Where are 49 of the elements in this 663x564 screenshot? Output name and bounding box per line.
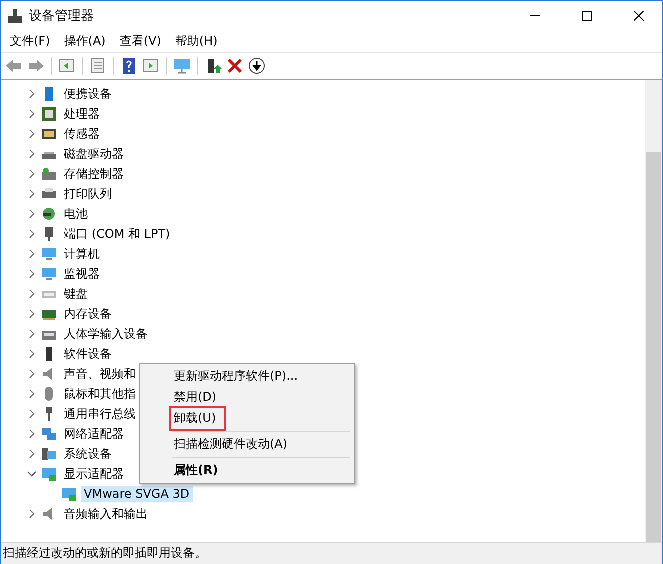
help-icon[interactable] xyxy=(120,57,138,75)
forward-arrow-icon[interactable] xyxy=(27,57,45,75)
context-menu-item[interactable]: 属性(R) xyxy=(169,458,228,483)
menu-item[interactable]: 操作(A) xyxy=(57,32,113,50)
tree-item[interactable]: 计算机 xyxy=(61,244,103,264)
delete-icon[interactable] xyxy=(226,57,244,75)
tree-item[interactable]: 内存设备 xyxy=(61,304,115,324)
tree-item[interactable]: 人体学输入设备 xyxy=(61,324,151,344)
tree-item[interactable]: 便携设备 xyxy=(61,84,115,104)
tree-item[interactable]: 软件设备 xyxy=(61,344,115,364)
menu-item[interactable]: 帮助(H) xyxy=(168,32,225,50)
context-menu-item[interactable]: 扫描检测硬件改动(A) xyxy=(169,432,298,457)
scrollbar[interactable] xyxy=(645,80,662,542)
tree-item[interactable]: 存储控制器 xyxy=(61,164,127,184)
tree-item[interactable]: 监视器 xyxy=(61,264,103,284)
tree-item[interactable]: 磁盘驱动器 xyxy=(61,144,127,164)
tree-item[interactable]: 音频输入和输出 xyxy=(61,504,151,524)
expanded-chevron-icon[interactable] xyxy=(27,469,37,479)
tree-item[interactable]: 网络适配器 xyxy=(61,424,127,444)
back-arrow-icon[interactable] xyxy=(5,57,23,75)
tree-item[interactable]: 传感器 xyxy=(61,124,103,144)
tree-item[interactable]: 端口 (COM 和 LPT) xyxy=(61,224,174,244)
tree-item[interactable]: 声音、视频和 xyxy=(61,364,139,384)
menu-item[interactable]: 查看(V) xyxy=(112,32,168,50)
monitor-icon xyxy=(41,266,57,282)
network-icon xyxy=(41,426,57,442)
tree-item[interactable]: 显示适配器 xyxy=(61,464,127,484)
app-icon xyxy=(7,8,23,24)
window-title: 设备管理器 xyxy=(29,8,95,24)
scrollbar-thumb[interactable] xyxy=(646,152,661,542)
status-bar: 扫描经过改动的或新的即插即用设备。 xyxy=(1,542,662,564)
collapsed-chevron-icon[interactable] xyxy=(27,509,37,519)
close-icon xyxy=(634,10,644,20)
tree-item[interactable]: 键盘 xyxy=(61,284,91,304)
tree-item[interactable]: 鼠标和其他指 xyxy=(61,384,139,404)
tree-item[interactable]: 打印队列 xyxy=(61,184,115,204)
chip-icon xyxy=(41,106,57,122)
maximize-icon xyxy=(582,10,592,20)
monitor-icon[interactable] xyxy=(173,57,191,75)
download-icon[interactable] xyxy=(248,57,266,75)
menu-item[interactable]: 文件(F) xyxy=(3,32,58,50)
context-menu-item[interactable]: 卸载(U) xyxy=(169,406,226,431)
tree-item[interactable]: 电池 xyxy=(61,204,91,224)
computer-icon xyxy=(41,246,57,262)
tree-item[interactable]: 通用串行总线 xyxy=(61,404,139,424)
tree-item[interactable]: 处理器 xyxy=(61,104,103,124)
tree-item[interactable]: VMware SVGA 3D xyxy=(81,486,193,502)
properties-icon[interactable] xyxy=(89,57,107,75)
tree-item[interactable]: 系统设备 xyxy=(61,444,115,464)
